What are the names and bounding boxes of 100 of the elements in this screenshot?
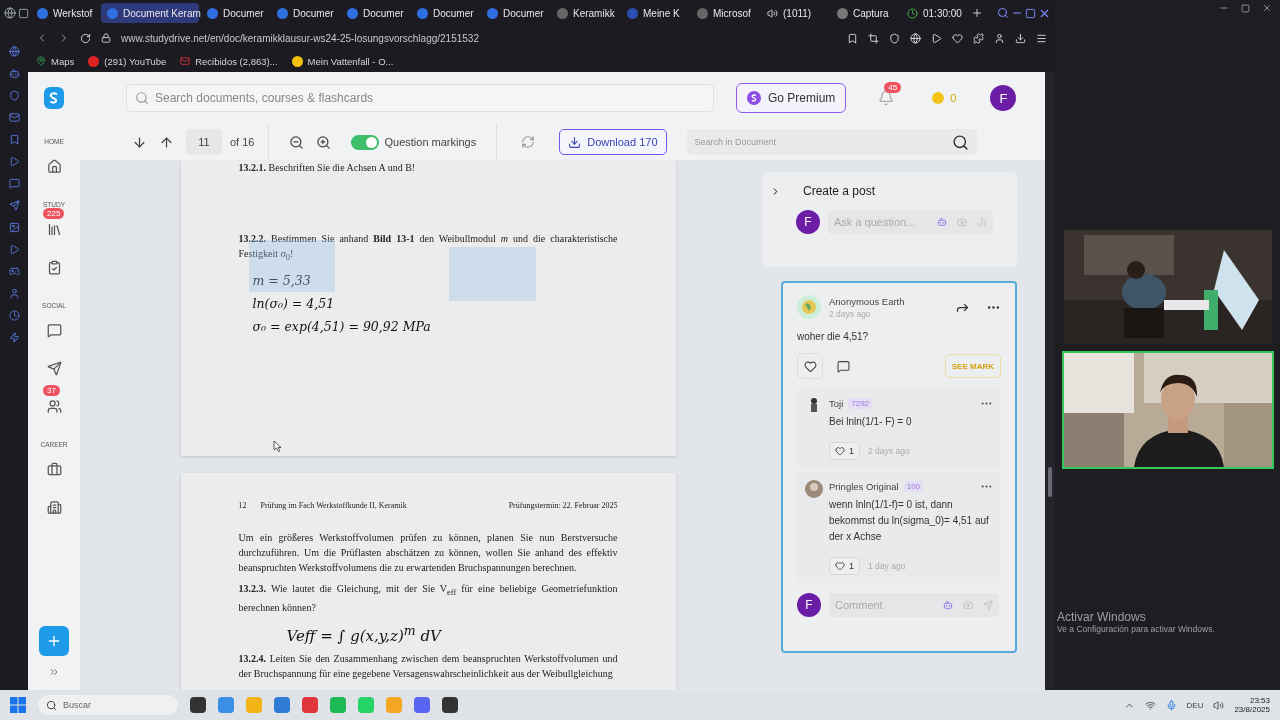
sidebar-app-icon[interactable] — [8, 332, 20, 343]
sidebar-app-icon[interactable] — [8, 200, 20, 211]
paragraph: 13.2.3. Wie lautet die Gleichung, mit der Sie V$_{eff}$ für eine beliebige Geometriefunktion berechnen können? — [238, 582, 618, 615]
add-button[interactable] — [39, 626, 69, 656]
building-icon[interactable] — [46, 499, 62, 515]
site-logo[interactable] — [44, 87, 64, 109]
briefcase-icon[interactable] — [46, 461, 62, 477]
sidebar-app-icon[interactable] — [8, 156, 20, 167]
author-name[interactable]: Pringles Original — [829, 481, 899, 492]
toolbar-icon[interactable] — [931, 32, 942, 44]
sidebar-app-icon[interactable] — [8, 222, 20, 233]
tab-overview-icon[interactable] — [18, 7, 29, 19]
bookmark[interactable]: Maps — [36, 55, 75, 67]
like-button[interactable] — [797, 353, 823, 379]
sidebar-app-icon[interactable] — [8, 46, 20, 57]
volume-icon[interactable] — [1213, 699, 1225, 711]
library-icon[interactable] — [46, 221, 62, 237]
sidebar-app-icon[interactable] — [8, 266, 20, 277]
taskbar-app-icon[interactable] — [442, 697, 458, 713]
sidebar-app-icon[interactable] — [8, 244, 20, 255]
taskbar-app-icon[interactable] — [190, 697, 206, 713]
browser-tab[interactable]: Captura — [831, 3, 899, 23]
nav-badge: 37 — [43, 385, 60, 396]
microphone-icon[interactable] — [1165, 699, 1177, 711]
author-name[interactable]: Toji — [829, 398, 844, 409]
browser-tab[interactable]: Documer — [481, 3, 549, 23]
people-icon[interactable] — [46, 398, 62, 414]
browser-tab[interactable]: Documer — [201, 3, 269, 23]
sidebar-app-icon[interactable] — [8, 310, 20, 321]
new-tab-icon[interactable] — [971, 7, 983, 19]
toolbar-icon[interactable] — [847, 32, 858, 44]
browser-tab[interactable]: Meine K — [621, 3, 689, 23]
browser-tab[interactable]: Documer — [411, 3, 479, 23]
sidebar-app-icon[interactable] — [8, 178, 20, 189]
browser-tab[interactable]: Document Keram — [101, 3, 199, 23]
author-name[interactable]: Anonymous Earth — [829, 295, 947, 307]
browser-logo-icon[interactable] — [4, 7, 16, 19]
notifications-icon[interactable] — [878, 90, 895, 106]
toolbar-icon[interactable] — [973, 32, 984, 44]
scrollbar-thumb[interactable] — [1048, 467, 1052, 497]
download-icon — [568, 135, 582, 149]
sidebar-app-icon[interactable] — [8, 134, 20, 145]
bookmark[interactable]: (291) YouTube — [88, 55, 167, 67]
zoom-in-icon[interactable] — [316, 134, 332, 150]
comment-icon[interactable] — [837, 359, 850, 373]
question-markings-toggle[interactable] — [351, 134, 380, 150]
taskbar-clock[interactable]: 23:53 23/8/2025 — [1234, 696, 1270, 714]
previous-page-icon[interactable] — [159, 134, 174, 150]
sidebar-app-icon[interactable] — [8, 68, 20, 79]
browser-tab[interactable]: Werkstof — [31, 3, 99, 23]
maximize-icon[interactable] — [1241, 3, 1250, 13]
taskbar-app-icon[interactable] — [414, 697, 430, 713]
like-button[interactable]: 1 — [829, 442, 860, 460]
browser-tab[interactable]: Documer — [341, 3, 409, 23]
bookmark[interactable]: Mein Vattenfall - O... — [291, 55, 394, 67]
next-page-icon[interactable] — [132, 134, 147, 150]
browser-tab[interactable]: 01:30:00 — [901, 3, 969, 23]
language-indicator[interactable]: DEU — [1186, 700, 1204, 710]
toolbar-icon[interactable] — [868, 32, 879, 44]
browser-tab[interactable]: Keramikk — [551, 3, 619, 23]
browser-tab[interactable]: Microsof — [691, 3, 759, 23]
reload-icon[interactable] — [80, 32, 91, 44]
address-field[interactable]: www.studydrive.net/en/doc/keramikklausur-ws24-25-losungsvorschlagg/2151532 — [121, 32, 837, 44]
like-button[interactable]: 1 — [829, 557, 860, 575]
go-premium-button[interactable]: Go Premium — [736, 83, 847, 113]
post-text: woher die 4,51? — [797, 330, 870, 344]
toolbar-icon[interactable] — [1015, 32, 1026, 44]
send-icon[interactable] — [46, 360, 62, 376]
toolbar-icon[interactable] — [994, 32, 1005, 44]
toolbar-icon[interactable] — [1036, 32, 1047, 44]
zoom-out-icon[interactable] — [289, 134, 305, 150]
close-icon[interactable] — [1262, 3, 1272, 13]
toolbar-icon[interactable] — [910, 32, 921, 44]
post-time: 2 days ago — [829, 308, 872, 319]
clipboard-icon[interactable] — [46, 259, 62, 275]
sidebar-app-icon[interactable] — [8, 112, 20, 123]
maximize-icon[interactable] — [1025, 7, 1036, 19]
sidebar-app-icon[interactable] — [8, 288, 20, 299]
bookmark[interactable]: Recibidos (2,863)... — [180, 55, 278, 67]
activation-text: Ve a Configuración para activar Windows. — [1057, 624, 1215, 634]
search-icon[interactable] — [997, 7, 1009, 19]
handwritten-note: Veff = ∫ g(x,y,z)$^{m}$ dV — [286, 623, 443, 645]
home-icon[interactable] — [46, 158, 62, 174]
toolbar-icon[interactable] — [952, 32, 963, 44]
taskbar-search-field[interactable]: Buscar — [38, 695, 178, 715]
avatar — [805, 480, 823, 498]
download-button[interactable]: Download 170 — [559, 129, 667, 155]
sidebar-app-icon[interactable] — [8, 90, 20, 101]
browser-tab[interactable]: Documer — [271, 3, 339, 23]
refresh-icon[interactable] — [521, 135, 536, 149]
user-avatar[interactable]: F — [990, 85, 1017, 111]
network-icon[interactable] — [1144, 699, 1156, 711]
avatar — [797, 295, 821, 319]
browser-tab[interactable]: (1011) — [761, 3, 829, 23]
chat-icon[interactable] — [46, 322, 62, 338]
page-number-field[interactable]: 11 — [186, 129, 222, 155]
map-pin-icon — [36, 56, 46, 66]
toolbar-icon[interactable] — [889, 32, 900, 44]
expand-icon[interactable] — [48, 666, 60, 678]
search-icon — [46, 699, 57, 711]
